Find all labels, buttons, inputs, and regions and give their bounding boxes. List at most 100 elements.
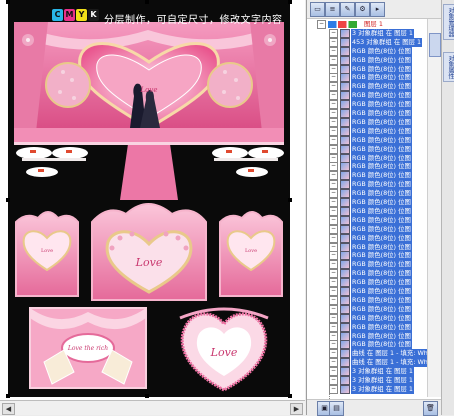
expand-toggle-icon[interactable]: −	[329, 215, 338, 225]
menu-arrow-icon[interactable]: ▸	[370, 2, 385, 17]
object-row[interactable]: − RGB 颜色(8位) 位图	[307, 251, 427, 261]
object-row[interactable]: − RGB 颜色(8位) 位图	[307, 91, 427, 101]
selection-handle-left[interactable]	[6, 198, 10, 202]
expand-toggle-icon[interactable]: −	[329, 242, 338, 252]
object-row[interactable]: − RGB 颜色(8位) 位图	[307, 126, 427, 136]
expand-toggle-icon[interactable]: −	[329, 162, 338, 172]
scroll-left-icon[interactable]: ◀	[2, 403, 15, 415]
expand-toggle-icon[interactable]: −	[329, 28, 338, 38]
expand-toggle-icon[interactable]: −	[329, 109, 338, 118]
object-row[interactable]: − 曲线 在 图层 1 - 填充: White	[307, 358, 427, 368]
expand-toggle-icon[interactable]: −	[329, 171, 338, 181]
expand-toggle-icon[interactable]: −	[329, 313, 338, 323]
expand-toggle-icon[interactable]: −	[329, 287, 338, 296]
expand-toggle-icon[interactable]: −	[329, 376, 338, 385]
selection-handle-bottom-right[interactable]	[288, 394, 292, 398]
scrollbar-thumb[interactable]	[429, 33, 441, 57]
object-row[interactable]: − RGB 颜色(8位) 位图	[307, 340, 427, 350]
object-row[interactable]: − RGB 颜色(8位) 位图	[307, 322, 427, 332]
expand-toggle-icon[interactable]: −	[329, 144, 338, 154]
expand-toggle-icon[interactable]: −	[329, 233, 338, 243]
object-row[interactable]: − RGB 颜色(8位) 位图	[307, 117, 427, 127]
page-icon[interactable]: ▭	[310, 2, 325, 17]
object-row[interactable]: − RGB 颜色(8位) 位图	[307, 215, 427, 225]
selection-handle-right[interactable]	[288, 198, 292, 202]
expand-toggle-icon[interactable]: −	[329, 349, 338, 359]
object-row[interactable]: − RGB 颜色(8位) 位图	[307, 73, 427, 83]
expand-toggle-icon[interactable]: −	[329, 340, 338, 350]
wedding-stage-artwork[interactable]: Love Love Love Love Love the rich Love C…	[8, 0, 290, 397]
expand-toggle-icon[interactable]: −	[329, 269, 338, 279]
expand-toggle-icon[interactable]: −	[329, 117, 338, 127]
expand-toggle-icon[interactable]: −	[329, 295, 338, 305]
expand-toggle-icon[interactable]: −	[329, 224, 338, 234]
object-row[interactable]: − RGB 颜色(8位) 位图	[307, 180, 427, 190]
expand-toggle-icon[interactable]: −	[329, 100, 338, 110]
expand-toggle-icon[interactable]: −	[329, 322, 338, 332]
expand-toggle-icon[interactable]: −	[329, 135, 338, 145]
object-row[interactable]: − RGB 颜色(8位) 位图	[307, 109, 427, 118]
object-row[interactable]: − RGB 颜色(8位) 位图	[307, 198, 427, 207]
edit-icon[interactable]: ✎	[340, 2, 355, 17]
object-row[interactable]: − RGB 颜色(8位) 位图	[307, 278, 427, 288]
object-row[interactable]: − 3 对象群组 在 图层 1	[307, 28, 427, 38]
expand-toggle-icon[interactable]: −	[329, 55, 338, 65]
expand-toggle-icon[interactable]: −	[317, 20, 326, 29]
expand-toggle-icon[interactable]: −	[329, 251, 338, 261]
expand-toggle-icon[interactable]: −	[329, 46, 338, 56]
selection-handle-top-right[interactable]	[288, 0, 292, 4]
object-row[interactable]: − 曲线 在 图层 1 - 填充: White	[307, 349, 427, 359]
expand-toggle-icon[interactable]: −	[329, 37, 338, 47]
expand-toggle-icon[interactable]: −	[329, 206, 338, 216]
object-row[interactable]: − RGB 颜色(8位) 位图	[307, 224, 427, 234]
object-row[interactable]: − RGB 颜色(8位) 位图	[307, 171, 427, 181]
docker-tab-0[interactable]: 对象管理器	[443, 4, 454, 40]
docker-tab-1[interactable]: 对象属性	[443, 52, 454, 82]
expand-toggle-icon[interactable]: −	[329, 384, 338, 394]
expand-toggle-icon[interactable]: −	[329, 278, 338, 288]
expand-toggle-icon[interactable]: −	[329, 73, 338, 83]
object-row[interactable]: − 3 对象群组 在 图层 1	[307, 384, 427, 394]
object-row[interactable]: − RGB 颜色(8位) 位图	[307, 304, 427, 314]
object-tree-scrollbar[interactable]	[427, 19, 441, 397]
drawing-canvas[interactable]: Love Love Love Love Love the rich Love C…	[0, 0, 305, 415]
object-row[interactable]: − RGB 颜色(8位) 位图	[307, 206, 427, 216]
object-row[interactable]: − RGB 颜色(8位) 位图	[307, 287, 427, 296]
object-row[interactable]: − RGB 颜色(8位) 位图	[307, 313, 427, 323]
expand-toggle-icon[interactable]: −	[329, 91, 338, 101]
layers-icon[interactable]: ≡	[325, 2, 340, 17]
object-row[interactable]: − RGB 颜色(8位) 位图	[307, 295, 427, 305]
selection-handle-top-left[interactable]	[6, 0, 10, 4]
expand-toggle-icon[interactable]: −	[329, 367, 338, 377]
object-row[interactable]: − RGB 颜色(8位) 位图	[307, 55, 427, 65]
options-icon[interactable]: ⚙	[355, 2, 370, 17]
expand-toggle-icon[interactable]: −	[329, 304, 338, 314]
expand-toggle-icon[interactable]: −	[329, 198, 338, 207]
expand-toggle-icon[interactable]: −	[329, 331, 338, 341]
canvas-horizontal-scrollbar[interactable]: ◀ ▶	[0, 400, 305, 415]
object-row[interactable]: − RGB 颜色(8位) 位图	[307, 82, 427, 92]
expand-toggle-icon[interactable]: −	[329, 82, 338, 92]
object-row[interactable]: − RGB 颜色(8位) 位图	[307, 100, 427, 110]
object-row[interactable]: − 3 对象群组 在 图层 1	[307, 367, 427, 377]
expand-toggle-icon[interactable]: −	[329, 189, 338, 199]
object-row[interactable]: − 3 对象群组 在 图层 1	[307, 376, 427, 385]
object-row[interactable]: − RGB 颜色(8位) 位图	[307, 260, 427, 270]
object-row[interactable]: − 453 对象群组 在 图层 1	[307, 37, 427, 47]
object-tree[interactable]: − 图层 1 − 3 对象群组 在 图层 1 − 453 对象群组 在 图层 1 − RGB …	[307, 19, 427, 399]
object-row[interactable]: − RGB 颜色(8位) 位图	[307, 189, 427, 199]
object-row[interactable]: − RGB 颜色(8位) 位图	[307, 144, 427, 154]
new-master-layer-icon[interactable]: ▤	[329, 401, 344, 416]
expand-toggle-icon[interactable]: −	[329, 180, 338, 190]
delete-icon[interactable]: 🗑	[423, 401, 438, 416]
object-row[interactable]: − RGB 颜色(8位) 位图	[307, 269, 427, 279]
object-row[interactable]: − RGB 颜色(8位) 位图	[307, 46, 427, 56]
expand-toggle-icon[interactable]: −	[329, 260, 338, 270]
object-row[interactable]: − RGB 颜色(8位) 位图	[307, 233, 427, 243]
selection-handle-bottom-left[interactable]	[6, 394, 10, 398]
object-row[interactable]: − RGB 颜色(8位) 位图	[307, 162, 427, 172]
scroll-right-icon[interactable]: ▶	[290, 403, 303, 415]
selection-handle-bottom[interactable]	[145, 394, 149, 398]
expand-toggle-icon[interactable]: −	[329, 153, 338, 163]
expand-toggle-icon[interactable]: −	[329, 126, 338, 136]
